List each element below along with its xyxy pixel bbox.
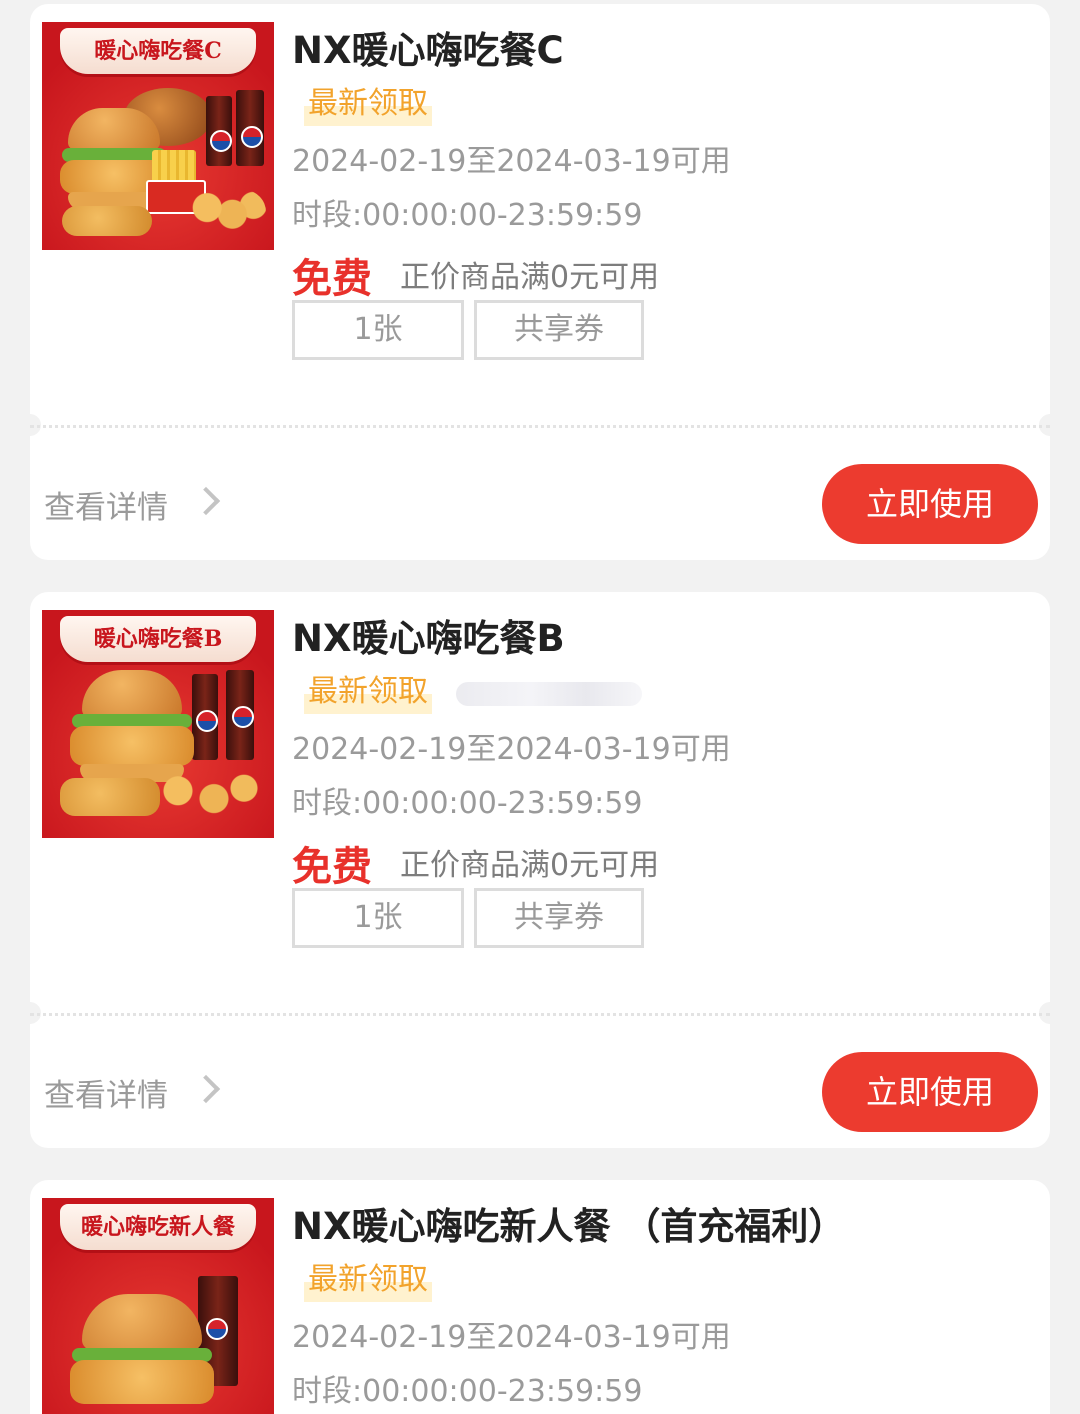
view-details-link[interactable]: 查看详情 (44, 1070, 168, 1115)
coupon-card[interactable]: 暖心嗨吃新人餐 NX暖心嗨吃新人餐 （首充福利） 最新领取 2024-02-19… (30, 1180, 1050, 1414)
coupon-title: NX暖心嗨吃餐B (292, 617, 565, 660)
meal-image-banner: 暖心嗨吃新人餐 (60, 1204, 256, 1250)
new-claim-tag: 最新领取 (304, 82, 432, 126)
nuggets-graphic (142, 770, 262, 822)
new-claim-tag: 最新领取 (304, 670, 432, 714)
coupon-count-chip: 1张 (292, 888, 464, 948)
burger-graphic (82, 1294, 202, 1350)
pepsi-logo-icon (210, 130, 232, 152)
coupon-list: 暖心嗨吃餐C NX暖心嗨吃餐C 最新领取 2024-02-19至2024-03-… (0, 0, 1080, 1414)
meal-image: 暖心嗨吃餐B (42, 610, 274, 838)
pepsi-logo-icon (196, 710, 218, 732)
meal-image-banner: 暖心嗨吃餐B (60, 616, 256, 662)
burger-graphic (82, 670, 182, 718)
coupon-card[interactable]: 暖心嗨吃餐C NX暖心嗨吃餐C 最新领取 2024-02-19至2024-03-… (19, 4, 1061, 560)
pepsi-logo-icon (206, 1318, 228, 1340)
chicken-wing-graphic (62, 206, 152, 236)
time-period: 时段:00:00:00-23:59:59 (292, 1374, 643, 1409)
dotted-divider (30, 1013, 1050, 1016)
coupon-card[interactable]: 暖心嗨吃餐B NX暖心嗨吃餐B 最新领取 2024-02-19至2024-03-… (19, 592, 1061, 1148)
pepsi-logo-icon (241, 126, 263, 148)
blurred-text (456, 682, 642, 706)
meal-image: 暖心嗨吃餐C (42, 22, 274, 250)
coupon-count-chip: 1张 (292, 300, 464, 360)
coupon-summary: 暖心嗨吃餐C NX暖心嗨吃餐C 最新领取 2024-02-19至2024-03-… (30, 4, 1050, 424)
shared-coupon-chip: 共享券 (474, 888, 644, 948)
nuggets-graphic (182, 190, 266, 234)
pepsi-logo-icon (232, 706, 254, 728)
validity-dates: 2024-02-19至2024-03-19可用 (292, 732, 731, 767)
validity-dates: 2024-02-19至2024-03-19可用 (292, 144, 731, 179)
new-claim-tag: 最新领取 (304, 1258, 432, 1302)
burger-graphic (68, 108, 160, 150)
coupon-summary: 暖心嗨吃新人餐 NX暖心嗨吃新人餐 （首充福利） 最新领取 2024-02-19… (30, 1180, 1050, 1414)
use-now-button[interactable]: 立即使用 (822, 1052, 1038, 1132)
usage-condition: 正价商品满0元可用 (400, 848, 660, 883)
coupon-title: NX暖心嗨吃新人餐 （首充福利） (292, 1205, 846, 1248)
price-label: 免费 (292, 256, 372, 302)
price-label: 免费 (292, 844, 372, 890)
meal-image-banner: 暖心嗨吃餐C (60, 28, 256, 74)
coupon-summary: 暖心嗨吃餐B NX暖心嗨吃餐B 最新领取 2024-02-19至2024-03-… (30, 592, 1050, 1012)
dotted-divider (30, 425, 1050, 428)
chevron-right-icon[interactable] (191, 1074, 221, 1104)
use-now-button[interactable]: 立即使用 (822, 464, 1038, 544)
usage-condition: 正价商品满0元可用 (400, 260, 660, 295)
coupon-title: NX暖心嗨吃餐C (292, 29, 564, 72)
shared-coupon-chip: 共享券 (474, 300, 644, 360)
burger-patty-graphic (70, 1360, 214, 1404)
time-period: 时段:00:00:00-23:59:59 (292, 786, 643, 821)
chevron-right-icon[interactable] (191, 486, 221, 516)
validity-dates: 2024-02-19至2024-03-19可用 (292, 1320, 731, 1355)
time-period: 时段:00:00:00-23:59:59 (292, 198, 643, 233)
meal-image: 暖心嗨吃新人餐 (42, 1198, 274, 1414)
view-details-link[interactable]: 查看详情 (44, 482, 168, 527)
burger-patty-graphic (70, 726, 194, 766)
